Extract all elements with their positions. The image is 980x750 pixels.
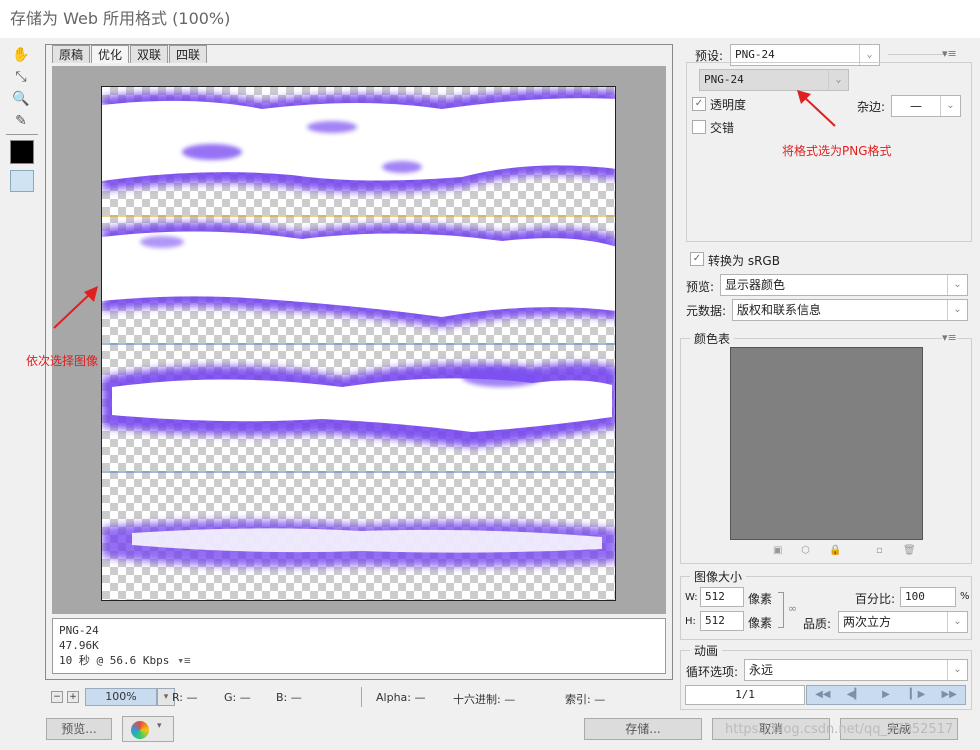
tab-original[interactable]: 原稿 (52, 45, 91, 63)
percent-label: 百分比: (855, 592, 896, 606)
optimization-info: PNG-24 47.96K 10 秒 @ 56.6 Kbps ▾≡ (52, 618, 666, 674)
window-title: 存储为 Web 所用格式 (100%) (0, 0, 980, 38)
chevron-down-icon: ⌄ (947, 660, 967, 680)
readout-hex: 十六进制: — (453, 693, 516, 706)
first-frame-icon[interactable]: ◀◀ (807, 686, 839, 704)
zoom-icon[interactable]: 🔍 (10, 88, 32, 110)
matte-select[interactable]: — ⌄ (891, 95, 961, 117)
last-frame-icon[interactable]: ▶▶ (933, 686, 965, 704)
matte-label: 杂边: (857, 100, 886, 114)
quality-select[interactable]: 两次立方 ⌄ (838, 611, 968, 633)
zoom-in-button[interactable]: + (67, 691, 79, 703)
metadata-select[interactable]: 版权和联系信息 ⌄ (732, 299, 968, 321)
toggle-slices-icon[interactable] (10, 170, 34, 192)
status-bar: − + 100% ▾ R: — G: — B: — Alpha: — 十六进制:… (45, 684, 673, 710)
web-shift-icon[interactable]: ⬡ (801, 545, 810, 556)
chevron-down-icon: ⌄ (828, 70, 848, 90)
next-frame-icon[interactable]: ▎▶ (902, 686, 934, 704)
animation-controls: ◀◀ ◀▎ ▶ ▎▶ ▶▶ (806, 685, 966, 705)
metadata-label: 元数据: (686, 304, 727, 318)
tab-optimized[interactable]: 优化 (91, 45, 130, 63)
tab-4up[interactable]: 四联 (169, 45, 208, 63)
image-preview[interactable] (101, 86, 616, 601)
height-unit: 像素 (748, 616, 773, 630)
chevron-down-icon: ⌄ (947, 612, 967, 632)
height-input[interactable]: 512 (700, 611, 744, 631)
new-color-icon[interactable]: ▫ (876, 545, 883, 556)
annotation-arrow-left-icon (53, 286, 98, 329)
readout-r: R: — (172, 691, 198, 704)
chevron-down-icon: ⌄ (947, 300, 967, 320)
chevron-down-icon: ⌄ (940, 96, 960, 116)
zoom-out-button[interactable]: − (51, 691, 63, 703)
color-table-title: 颜色表 (690, 330, 735, 347)
info-menu-icon[interactable]: ▾≡ (177, 654, 190, 667)
save-button[interactable]: 存储... (584, 718, 702, 740)
annotation-format: 将格式选为PNG格式 (782, 144, 892, 158)
height-label: H: (685, 616, 696, 627)
loop-select[interactable]: 永远 ⌄ (744, 659, 968, 681)
preset-divider (888, 54, 948, 55)
info-size: 47.96K (59, 639, 99, 652)
panel-menu-icon[interactable]: ▾≡ (942, 47, 957, 60)
browser-icon (131, 721, 149, 739)
percent-unit: % (960, 591, 970, 602)
convert-srgb-label: 转换为 sRGB (708, 254, 780, 268)
color-table-menu-icon[interactable]: ▾≡ (942, 331, 957, 344)
width-input[interactable]: 512 (700, 587, 744, 607)
prev-frame-icon[interactable]: ◀▎ (839, 686, 871, 704)
annotation-arrow-format-icon (797, 90, 836, 127)
view-tabs: 原稿 优化 双联 四联 (52, 45, 208, 63)
interlaced-checkbox[interactable] (692, 120, 706, 134)
delete-color-icon[interactable]: 🗑 (903, 545, 916, 556)
tab-2up[interactable]: 双联 (130, 45, 169, 63)
eyedropper-icon[interactable]: ✎ (10, 110, 32, 132)
preview-label: 预览: (686, 280, 715, 294)
link-icon[interactable]: ∞ (788, 602, 797, 615)
chevron-down-icon: ▾ (157, 721, 162, 731)
lock-color-icon[interactable]: 🔒 (829, 545, 841, 556)
quality-label: 品质: (803, 617, 832, 631)
info-format: PNG-24 (59, 624, 99, 637)
frame-counter: 1/1 (685, 685, 805, 705)
readout-b: B: — (276, 691, 302, 704)
interlaced-label: 交错 (710, 121, 735, 135)
info-time: 10 秒 @ 56.6 Kbps (59, 654, 170, 667)
map-transparent-icon[interactable]: ▣ (773, 545, 782, 556)
zoom-level-select[interactable]: 100% (85, 688, 157, 706)
preview-button[interactable]: 预览... (46, 718, 112, 740)
readout-g: G: — (224, 691, 251, 704)
width-unit: 像素 (748, 592, 773, 606)
width-label: W: (685, 592, 698, 603)
readout-alpha: Alpha: — (376, 691, 426, 704)
animation-title: 动画 (690, 642, 723, 659)
convert-srgb-checkbox[interactable]: ✓ (690, 252, 704, 266)
sprite-image (102, 90, 615, 567)
transparency-checkbox[interactable]: ✓ (692, 97, 706, 111)
slice-select-icon[interactable]: ⤡ (10, 66, 32, 88)
hand-icon[interactable]: ✋ (10, 44, 32, 66)
browser-select[interactable]: ▾ (122, 716, 174, 742)
image-size-title: 图像大小 (690, 568, 747, 585)
toolbar-divider (6, 134, 38, 135)
percent-input[interactable]: 100 (900, 587, 956, 607)
play-icon[interactable]: ▶ (870, 686, 902, 704)
color-table-swatches[interactable] (730, 347, 923, 540)
transparency-label: 透明度 (710, 98, 747, 112)
watermark: https://blog.csdn.net/qq_37052517 (725, 722, 954, 737)
color-swatch[interactable] (10, 140, 34, 164)
loop-label: 循环选项: (686, 665, 739, 679)
annotation-select-image: 依次选择图像 (26, 354, 99, 368)
status-divider (361, 687, 362, 707)
link-bracket (778, 592, 784, 628)
chevron-down-icon: ⌄ (947, 275, 967, 295)
preview-select[interactable]: 显示器颜色 ⌄ (720, 274, 968, 296)
readout-index: 索引: — (565, 693, 606, 706)
